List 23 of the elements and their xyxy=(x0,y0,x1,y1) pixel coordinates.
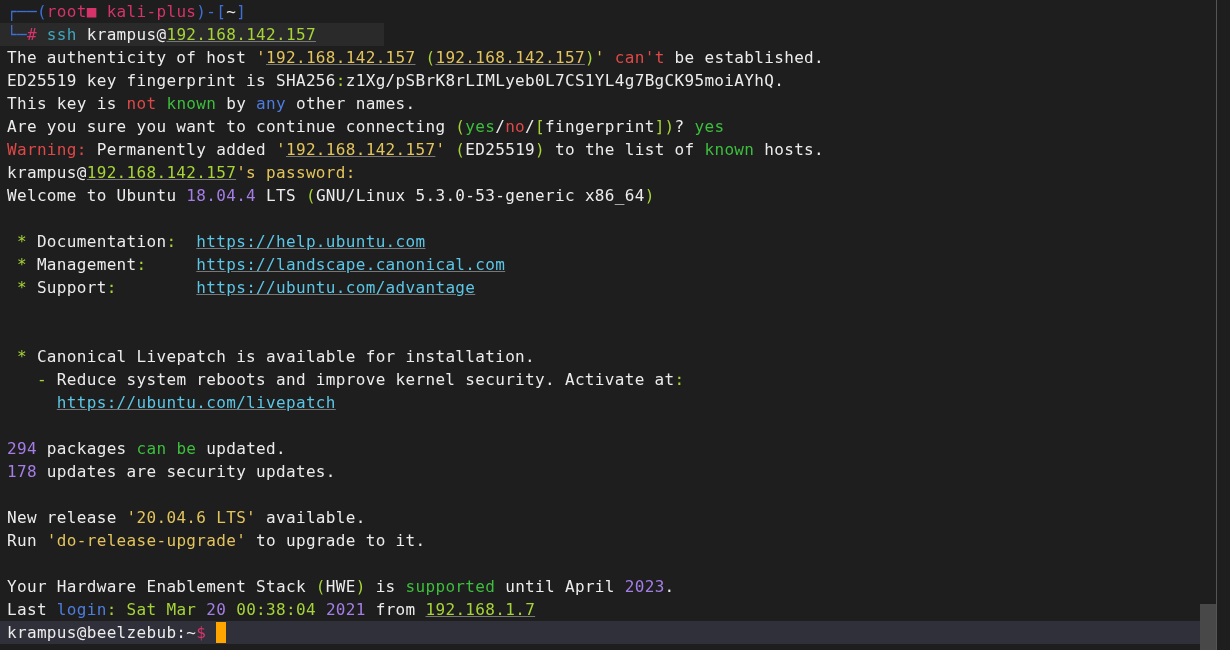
terminal-line: ED25519 key fingerprint is SHA256:z1Xg/pSBrK8rLIMLyeb0L7CS1YL4g7BgCK95moiAYhQ. xyxy=(6,70,785,92)
terminal-line: This key is not known by any other names. xyxy=(6,93,416,115)
terminal-line: The authenticity of host '192.168.142.157 (192.168.142.157)' can't be established. xyxy=(6,47,825,69)
terminal-line: 294 packages can be updated. xyxy=(6,438,286,460)
text-cursor xyxy=(216,622,227,643)
terminal-line: Are you sure you want to continue connecting (yes/no/[fingerprint])? yes xyxy=(6,116,725,138)
terminal-line: * Support: https://ubuntu.com/advantage xyxy=(15,277,476,299)
terminal-line: * Management: https://landscape.canonical.com xyxy=(15,254,506,276)
terminal-line: krampus@beelzebub:~$ xyxy=(6,622,207,644)
terminal-line: Your Hardware Enablement Stack (HWE) is supported until April 2023. xyxy=(6,576,675,598)
terminal-line: krampus@192.168.142.157's password: xyxy=(6,162,356,184)
terminal-line: Warning: Permanently added '192.168.142.157' (ED25519) to the list of known hosts. xyxy=(6,139,825,161)
terminal-line: * Documentation: https://help.ubuntu.com xyxy=(15,231,426,253)
scrollbar-thumb[interactable] xyxy=(1200,604,1216,650)
terminal-line: Last login: Sat Mar 20 00:38:04 2021 from 192.168.1.7 xyxy=(6,599,536,621)
terminal-line: * Canonical Livepatch is available for installation. xyxy=(15,346,536,368)
terminal-line: Run 'do-release-upgrade' to upgrade to it. xyxy=(6,530,426,552)
terminal-line: New release '20.04.6 LTS' available. xyxy=(6,507,366,529)
terminal-line: Welcome to Ubuntu 18.04.4 LTS (GNU/Linux 5.3.0-53-generic x86_64) xyxy=(6,185,655,207)
terminal-line: ┌──(root■ kali-plus)-[~] xyxy=(6,1,247,23)
terminal-line: https://ubuntu.com/livepatch xyxy=(55,392,336,414)
terminal-line: - Reduce system reboots and improve kernel security. Activate at: xyxy=(35,369,685,391)
terminal-line: 178 updates are security updates. xyxy=(6,461,336,483)
